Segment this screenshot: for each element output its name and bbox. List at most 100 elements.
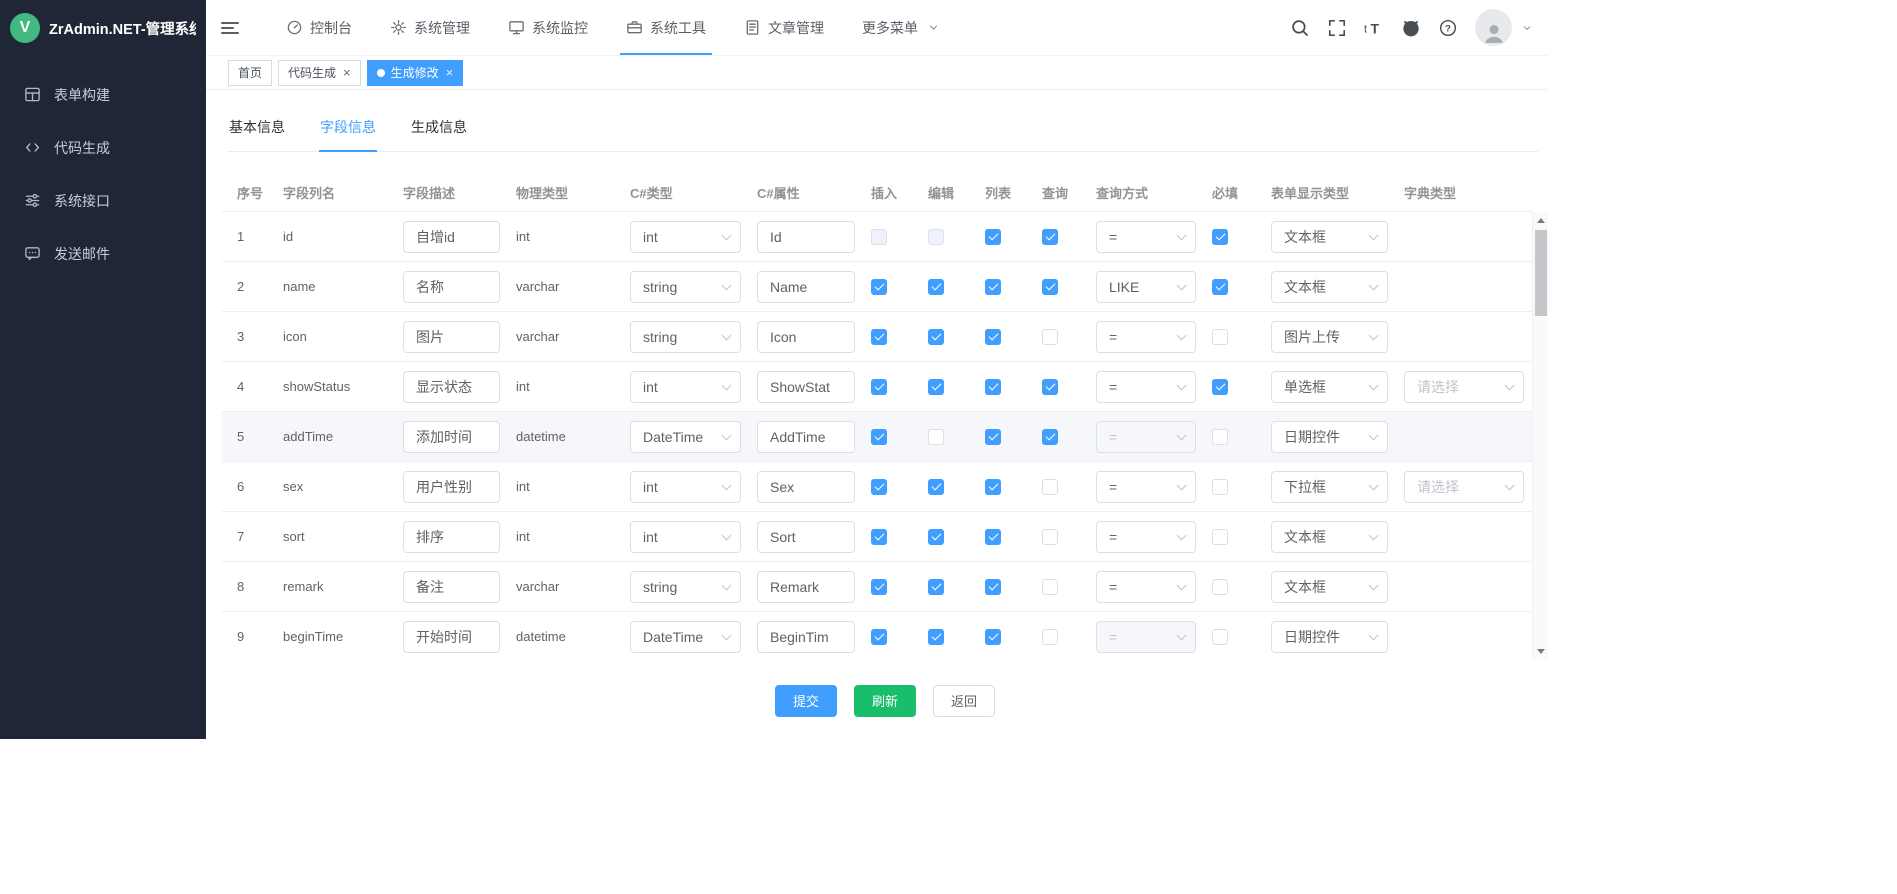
insert-checkbox[interactable]: [871, 529, 887, 545]
insert-checkbox[interactable]: [871, 379, 887, 395]
query-checkbox[interactable]: [1042, 229, 1058, 245]
display-type-select[interactable]: 文本框: [1271, 221, 1388, 253]
edit-checkbox[interactable]: [928, 329, 944, 345]
query-mode-select[interactable]: =: [1096, 321, 1196, 353]
required-checkbox[interactable]: [1212, 379, 1228, 395]
query-checkbox[interactable]: [1042, 329, 1058, 345]
sidebar-item-form-build[interactable]: 表单构建: [0, 68, 206, 121]
fullscreen-icon[interactable]: [1327, 18, 1347, 38]
required-checkbox[interactable]: [1212, 329, 1228, 345]
insert-checkbox[interactable]: [871, 479, 887, 495]
list-checkbox[interactable]: [985, 279, 1001, 295]
field-description-input[interactable]: [403, 321, 500, 353]
required-checkbox[interactable]: [1212, 579, 1228, 595]
field-description-input[interactable]: [403, 271, 500, 303]
cs-type-select[interactable]: int: [630, 521, 741, 553]
list-checkbox[interactable]: [985, 229, 1001, 245]
cs-property-input[interactable]: [757, 371, 855, 403]
edit-checkbox[interactable]: [928, 629, 944, 645]
cs-property-input[interactable]: [757, 571, 855, 603]
field-description-input[interactable]: [403, 221, 500, 253]
insert-checkbox[interactable]: [871, 279, 887, 295]
submit-button[interactable]: 提交: [775, 685, 837, 717]
cs-property-input[interactable]: [757, 421, 855, 453]
sidebar-item-send-mail[interactable]: 发送邮件: [0, 227, 206, 280]
query-mode-select[interactable]: =: [1096, 521, 1196, 553]
insert-checkbox[interactable]: [871, 629, 887, 645]
display-type-select[interactable]: 下拉框: [1271, 471, 1388, 503]
display-type-select[interactable]: 日期控件: [1271, 621, 1388, 653]
back-button[interactable]: 返回: [933, 685, 995, 717]
display-type-select[interactable]: 单选框: [1271, 371, 1388, 403]
cs-type-select[interactable]: DateTime: [630, 421, 741, 453]
tag-home[interactable]: 首页: [228, 60, 272, 86]
sidebar-item-code-gen[interactable]: 代码生成: [0, 121, 206, 174]
insert-checkbox[interactable]: [871, 579, 887, 595]
required-checkbox[interactable]: [1212, 429, 1228, 445]
sidebar-item-system-api[interactable]: 系统接口: [0, 174, 206, 227]
tag-code-gen[interactable]: 代码生成×: [278, 60, 361, 86]
required-checkbox[interactable]: [1212, 629, 1228, 645]
query-checkbox[interactable]: [1042, 579, 1058, 595]
scrollbar-thumb[interactable]: [1535, 230, 1547, 316]
github-icon[interactable]: [1401, 18, 1421, 38]
display-type-select[interactable]: 文本框: [1271, 571, 1388, 603]
insert-checkbox[interactable]: [871, 429, 887, 445]
close-icon[interactable]: ×: [343, 66, 351, 79]
query-checkbox[interactable]: [1042, 529, 1058, 545]
required-checkbox[interactable]: [1212, 229, 1228, 245]
field-description-input[interactable]: [403, 471, 500, 503]
field-description-input[interactable]: [403, 621, 500, 653]
list-checkbox[interactable]: [985, 379, 1001, 395]
list-checkbox[interactable]: [985, 529, 1001, 545]
app-logo[interactable]: V ZrAdmin.NET-管理系统: [0, 0, 206, 56]
topnav-item-system-manage[interactable]: 系统管理: [388, 0, 472, 55]
tag-gen-edit[interactable]: 生成修改×: [367, 60, 464, 86]
tab-field-info[interactable]: 字段信息: [319, 114, 377, 151]
query-checkbox[interactable]: [1042, 629, 1058, 645]
close-icon[interactable]: ×: [446, 66, 454, 79]
cs-property-input[interactable]: [757, 621, 855, 653]
dict-type-select[interactable]: 请选择: [1404, 371, 1524, 403]
tab-gen-info[interactable]: 生成信息: [410, 114, 468, 151]
cs-type-select[interactable]: int: [630, 371, 741, 403]
query-mode-select[interactable]: =: [1096, 221, 1196, 253]
list-checkbox[interactable]: [985, 329, 1001, 345]
scrollbar-up-button[interactable]: [1533, 212, 1548, 228]
required-checkbox[interactable]: [1212, 279, 1228, 295]
dict-type-select[interactable]: 请选择: [1404, 471, 1524, 503]
display-type-select[interactable]: 图片上传: [1271, 321, 1388, 353]
edit-checkbox[interactable]: [928, 379, 944, 395]
cs-property-input[interactable]: [757, 471, 855, 503]
display-type-select[interactable]: 日期控件: [1271, 421, 1388, 453]
topnav-item-more-menu[interactable]: 更多菜单: [860, 0, 942, 55]
cs-type-select[interactable]: int: [630, 471, 741, 503]
help-icon[interactable]: ?: [1438, 18, 1458, 38]
edit-checkbox[interactable]: [928, 529, 944, 545]
cs-type-select[interactable]: int: [630, 221, 741, 253]
refresh-button[interactable]: 刷新: [854, 685, 916, 717]
avatar[interactable]: [1475, 9, 1512, 46]
list-checkbox[interactable]: [985, 579, 1001, 595]
search-icon[interactable]: [1290, 18, 1310, 38]
list-checkbox[interactable]: [985, 629, 1001, 645]
cs-type-select[interactable]: string: [630, 321, 741, 353]
display-type-select[interactable]: 文本框: [1271, 521, 1388, 553]
topnav-item-system-tools[interactable]: 系统工具: [624, 0, 708, 55]
cs-type-select[interactable]: string: [630, 571, 741, 603]
table-scrollbar[interactable]: [1532, 212, 1548, 659]
cs-property-input[interactable]: [757, 321, 855, 353]
field-description-input[interactable]: [403, 371, 500, 403]
caret-down-icon[interactable]: [1521, 22, 1533, 34]
query-checkbox[interactable]: [1042, 479, 1058, 495]
list-checkbox[interactable]: [985, 429, 1001, 445]
query-mode-select[interactable]: LIKE: [1096, 271, 1196, 303]
insert-checkbox[interactable]: [871, 329, 887, 345]
field-description-input[interactable]: [403, 521, 500, 553]
edit-checkbox[interactable]: [928, 479, 944, 495]
field-description-input[interactable]: [403, 421, 500, 453]
font-size-icon[interactable]: tT: [1364, 18, 1384, 38]
edit-checkbox[interactable]: [928, 579, 944, 595]
cs-type-select[interactable]: string: [630, 271, 741, 303]
required-checkbox[interactable]: [1212, 529, 1228, 545]
